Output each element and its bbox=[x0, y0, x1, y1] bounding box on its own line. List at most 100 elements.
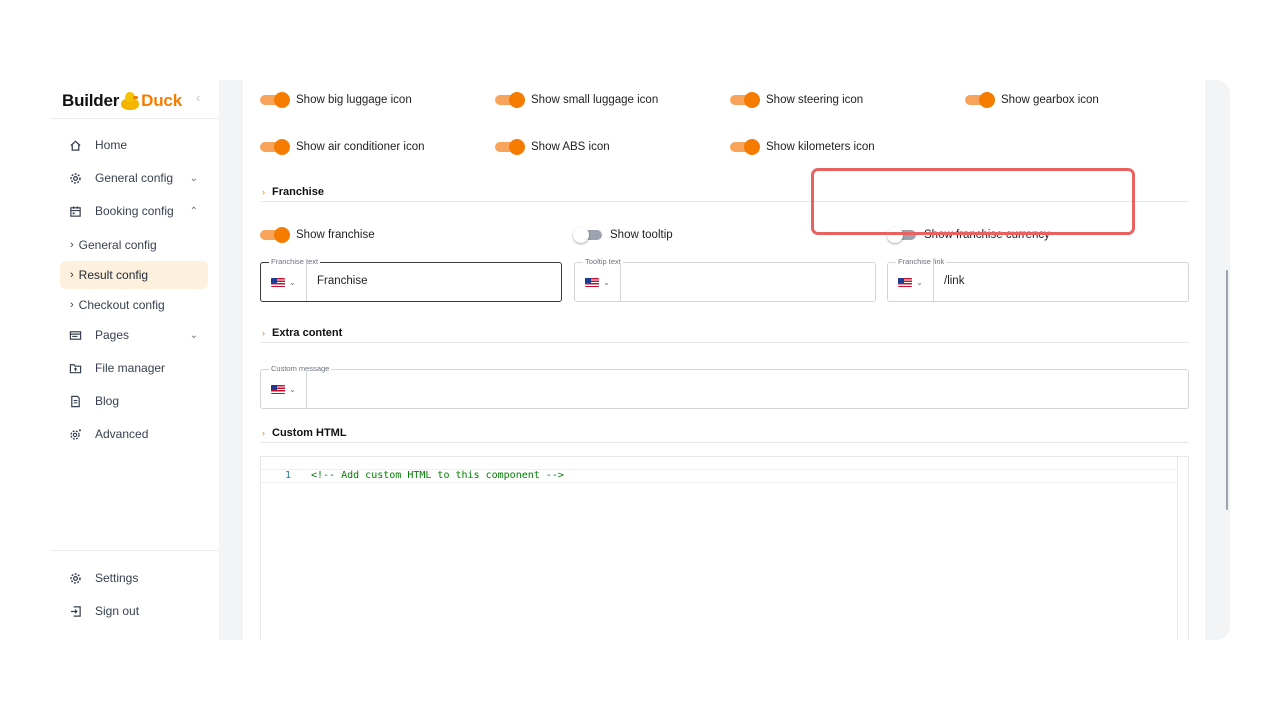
home-icon bbox=[68, 138, 82, 152]
sidebar-item-label: File manager bbox=[95, 361, 166, 375]
toggle-show-steering-icon[interactable]: Show steering icon bbox=[730, 90, 863, 110]
toggle-show-air-conditioner-icon[interactable]: Show air conditioner icon bbox=[260, 137, 425, 157]
toggle-show-big-luggage-icon[interactable]: Show big luggage icon bbox=[260, 90, 412, 110]
settings-icon bbox=[68, 571, 82, 585]
sidebar-item-label: Settings bbox=[95, 571, 139, 585]
line-number: 1 bbox=[285, 470, 292, 481]
toggle-show-kilometers-icon[interactable]: Show kilometers icon bbox=[730, 137, 875, 157]
toggle-show-abs-icon[interactable]: Show ABS icon bbox=[495, 137, 610, 157]
logo[interactable]: Builder Duck bbox=[62, 86, 182, 116]
logo-text-right: Duck bbox=[141, 91, 182, 110]
toggle-switch[interactable] bbox=[495, 92, 525, 108]
sidebar-item-pages[interactable]: Pages ⌄ bbox=[60, 321, 208, 349]
section-title: Extra content bbox=[272, 326, 343, 339]
toggle-show-gearbox-icon[interactable]: Show gearbox icon bbox=[965, 90, 1099, 110]
app-window: Builder Duck ‹ Home General config ⌄ Boo… bbox=[50, 80, 1230, 640]
toggle-switch[interactable] bbox=[965, 92, 995, 108]
collapse-sidebar-icon[interactable]: ‹ bbox=[196, 90, 200, 105]
sidebar-item-general-config[interactable]: General config ⌄ bbox=[60, 164, 208, 192]
chevron-down-icon: ⌄ bbox=[189, 172, 198, 184]
toggle-label: Show kilometers icon bbox=[766, 141, 875, 153]
toggle-switch[interactable] bbox=[495, 139, 525, 155]
us-flag-icon bbox=[271, 384, 286, 394]
toggle-label: Show franchise bbox=[296, 229, 375, 241]
sidebar-item-label: Sign out bbox=[95, 604, 140, 618]
sidebar-subitem-general-config[interactable]: › General config bbox=[60, 231, 208, 259]
toggle-switch[interactable] bbox=[730, 92, 760, 108]
sidebar: Builder Duck ‹ Home General config ⌄ Boo… bbox=[50, 80, 219, 640]
sidebar-subitem-label: Result config bbox=[78, 268, 149, 282]
sidebar-subitem-label: General config bbox=[78, 238, 157, 252]
language-selector[interactable]: ⌄ bbox=[261, 263, 307, 301]
us-flag-icon bbox=[585, 277, 600, 287]
toggle-label: Show big luggage icon bbox=[296, 94, 412, 106]
field-value: Franchise bbox=[317, 275, 368, 287]
sidebar-item-file-manager[interactable]: File manager bbox=[60, 354, 208, 382]
custom-html-code-editor[interactable]: 1 <!-- Add custom HTML to this component… bbox=[260, 456, 1189, 640]
franchise-text-field[interactable]: Franchise text ⌄ Franchise bbox=[260, 257, 562, 302]
editor-ruler bbox=[1177, 457, 1178, 640]
toggle-switch[interactable] bbox=[730, 139, 760, 155]
sidebar-subitem-checkout-config[interactable]: › Checkout config bbox=[60, 291, 208, 319]
sidebar-item-advanced[interactable]: Advanced bbox=[60, 420, 208, 448]
chevron-down-icon: ⌄ bbox=[289, 384, 296, 394]
sidebar-subitem-label: Checkout config bbox=[78, 298, 165, 312]
toggle-label: Show ABS icon bbox=[531, 141, 610, 153]
code-line[interactable]: <!-- Add custom HTML to this component -… bbox=[311, 470, 564, 481]
toggle-show-tooltip[interactable]: Show tooltip bbox=[573, 225, 673, 245]
field-value: /link bbox=[944, 275, 965, 287]
chevron-right-icon: › bbox=[262, 186, 265, 197]
chevron-up-icon: ⌃ bbox=[189, 205, 198, 217]
sidebar-subitem-result-config[interactable]: › Result config bbox=[60, 261, 208, 289]
chevron-right-icon: › bbox=[262, 327, 265, 338]
toggle-label: Show air conditioner icon bbox=[296, 141, 425, 153]
sidebar-item-home[interactable]: Home bbox=[60, 131, 208, 159]
toggle-switch[interactable] bbox=[573, 227, 604, 243]
tooltip-text-field[interactable]: Tooltip text ⌄ bbox=[574, 257, 876, 302]
custom-message-field[interactable]: Custom message ⌄ bbox=[260, 364, 1189, 409]
chevron-down-icon: ⌄ bbox=[916, 277, 923, 287]
sidebar-item-label: Blog bbox=[95, 394, 120, 408]
toggle-show-franchise[interactable]: Show franchise bbox=[260, 225, 375, 245]
sidebar-divider bbox=[50, 550, 219, 551]
sign-out-icon bbox=[68, 604, 82, 618]
franchise-link-field[interactable]: Franchise link ⌄ /link bbox=[887, 257, 1189, 302]
duck-logo-icon bbox=[120, 92, 140, 110]
us-flag-icon bbox=[271, 277, 286, 287]
us-flag-icon bbox=[898, 277, 913, 287]
main-content: Show big luggage icon Show small luggage… bbox=[243, 80, 1205, 640]
language-selector[interactable]: ⌄ bbox=[575, 263, 621, 301]
chevron-right-icon: › bbox=[70, 239, 74, 251]
sidebar-item-sign-out[interactable]: Sign out bbox=[60, 597, 208, 625]
sidebar-item-label: Home bbox=[95, 138, 128, 152]
section-custom-html-header[interactable]: › Custom HTML bbox=[260, 423, 1189, 443]
section-extra-content-header[interactable]: › Extra content bbox=[260, 323, 1189, 343]
chevron-down-icon: ⌄ bbox=[603, 277, 610, 287]
sidebar-item-blog[interactable]: Blog bbox=[60, 387, 208, 415]
toggle-label: Show steering icon bbox=[766, 94, 864, 106]
language-selector[interactable]: ⌄ bbox=[888, 263, 934, 301]
language-selector[interactable]: ⌄ bbox=[261, 370, 307, 408]
chevron-down-icon: ⌄ bbox=[289, 277, 296, 287]
franchise-link-highlight-box bbox=[811, 168, 1135, 235]
page-scrollbar[interactable] bbox=[1226, 270, 1228, 510]
section-title: Franchise bbox=[272, 185, 324, 198]
toggle-switch[interactable] bbox=[260, 92, 290, 108]
logo-text-left: Builder bbox=[62, 91, 120, 110]
toggle-label: Show gearbox icon bbox=[1001, 94, 1099, 106]
chevron-right-icon: › bbox=[70, 299, 74, 311]
toggle-show-small-luggage-icon[interactable]: Show small luggage icon bbox=[495, 90, 658, 110]
sidebar-item-settings[interactable]: Settings bbox=[60, 564, 208, 592]
chevron-right-icon: › bbox=[262, 427, 265, 438]
toggle-switch[interactable] bbox=[260, 227, 290, 243]
pages-icon bbox=[68, 328, 82, 342]
sidebar-item-label: General config bbox=[95, 171, 174, 185]
calendar-icon bbox=[68, 204, 82, 218]
toggle-switch[interactable] bbox=[260, 139, 290, 155]
sidebar-item-label: Advanced bbox=[95, 427, 149, 441]
chevron-down-icon: ⌄ bbox=[189, 329, 198, 341]
sidebar-divider bbox=[50, 118, 219, 119]
document-icon bbox=[68, 394, 82, 408]
gear-icon bbox=[68, 171, 82, 185]
sidebar-item-booking-config[interactable]: Booking config ⌃ bbox=[60, 197, 208, 225]
